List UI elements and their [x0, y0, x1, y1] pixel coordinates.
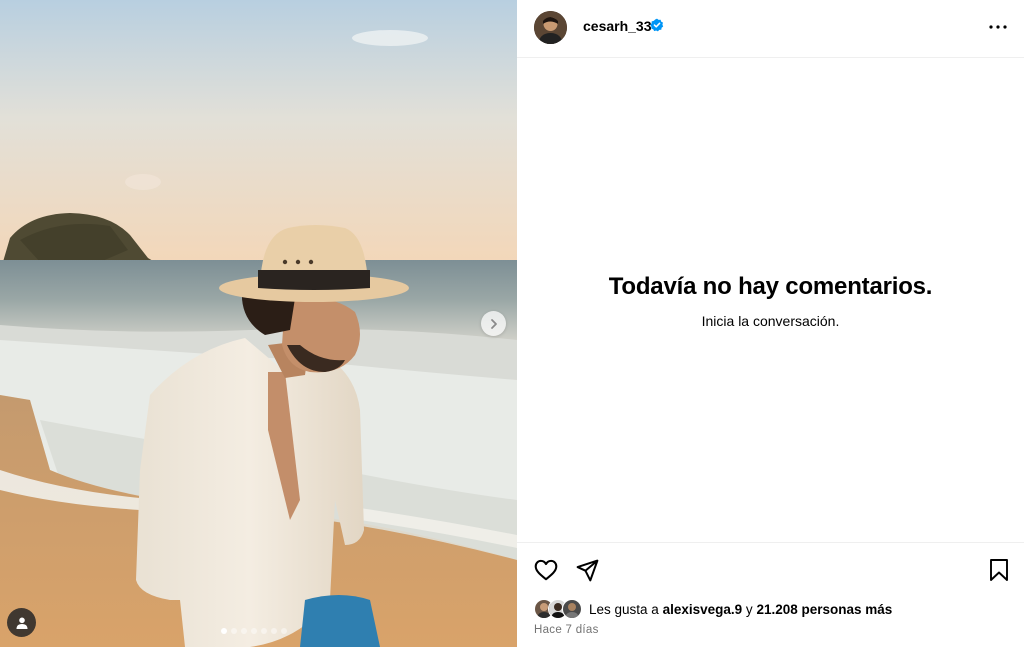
no-comments-title: Todavía no hay comentarios. [608, 273, 933, 300]
tagged-users-button[interactable] [7, 608, 36, 637]
post-details-panel: cesarh_33 Todavía no hay comentarios. In… [517, 0, 1024, 647]
carousel-dot [251, 628, 257, 634]
carousel-dot [281, 628, 287, 634]
carousel-dot [271, 628, 277, 634]
carousel-dot [221, 628, 227, 634]
liker-avatar [562, 599, 582, 619]
carousel-next-button[interactable] [481, 311, 506, 336]
verified-badge-icon [650, 18, 664, 32]
carousel-dot [261, 628, 267, 634]
post-actions: Les gusta a alexisvega.9 y 21.208 person… [517, 542, 1024, 647]
post-media[interactable] [0, 0, 517, 647]
post-timestamp[interactable]: Hace 7 días [534, 624, 599, 636]
likes-others-count[interactable]: 21.208 personas más [756, 602, 892, 617]
author-username[interactable]: cesarh_33 [583, 18, 652, 34]
send-icon [576, 559, 598, 581]
like-button[interactable] [533, 557, 559, 583]
author-avatar[interactable] [534, 11, 567, 44]
chevron-right-icon [490, 318, 497, 329]
likes-text: Les gusta a alexisvega.9 y 21.208 person… [589, 602, 892, 617]
profile-photo-icon [534, 11, 567, 44]
likes-connector: y [745, 601, 753, 617]
carousel-dot [231, 628, 237, 634]
share-button[interactable] [574, 557, 600, 583]
carousel-dot [241, 628, 247, 634]
likes-prefix: Les gusta a [589, 601, 659, 617]
more-options-button[interactable] [986, 17, 1010, 37]
liker-avatars [534, 599, 586, 619]
likes-summary[interactable]: Les gusta a alexisvega.9 y 21.208 person… [534, 599, 892, 619]
carousel-indicator [221, 628, 287, 634]
heart-icon [534, 559, 558, 581]
bookmark-icon [990, 559, 1008, 581]
save-button[interactable] [986, 557, 1012, 583]
post-photo [0, 0, 517, 647]
more-horizontal-icon [989, 25, 1007, 29]
no-comments-subtitle: Inicia la conversación. [701, 313, 840, 329]
liker-username[interactable]: alexisvega.9 [663, 602, 743, 617]
user-tag-icon [16, 617, 27, 629]
post-header: cesarh_33 [517, 0, 1024, 58]
